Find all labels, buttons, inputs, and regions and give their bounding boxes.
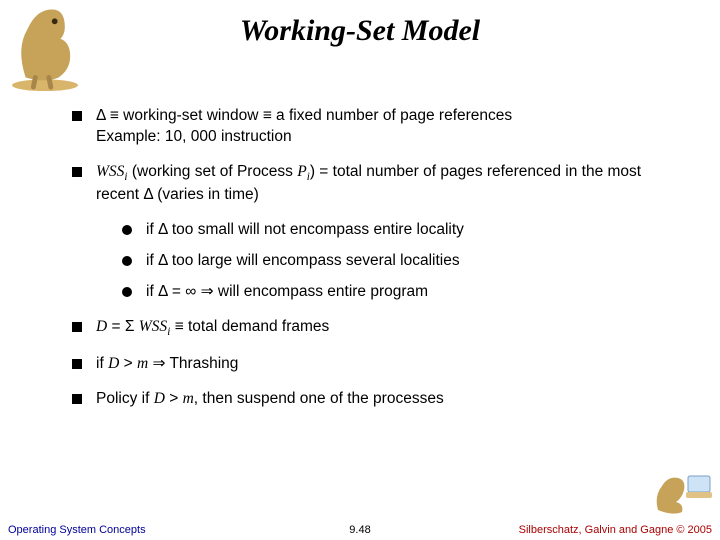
sub-bullet-infinite: if Δ = ∞ ⇒ will encompass entire program <box>122 282 672 303</box>
footer-right: Silberschatz, Galvin and Gagne © 2005 <box>519 524 712 536</box>
sub-bullet-too-small: if Δ too small will not encompass entire… <box>122 220 672 241</box>
dinosaur-logo-bottom-right <box>652 468 714 518</box>
bullet-policy: Policy if D > m, then suspend one of the… <box>72 389 672 410</box>
bullet-delta-definition: Δ ≡ working-set window ≡ a fixed number … <box>72 106 672 148</box>
slide-body: Δ ≡ working-set window ≡ a fixed number … <box>72 106 672 424</box>
slide-title: Working-Set Model <box>0 14 720 48</box>
bullet-thrashing: if D > m ⇒ Thrashing <box>72 354 672 375</box>
bullet-wss-definition: WSSi (working set of Process Pi) = total… <box>72 162 672 206</box>
sub-bullet-too-large: if Δ too large will encompass several lo… <box>122 251 672 272</box>
slide-footer: Operating System Concepts 9.48 Silbersch… <box>8 524 712 536</box>
bullet-total-demand: D = Σ WSSi ≡ total demand frames <box>72 317 672 340</box>
